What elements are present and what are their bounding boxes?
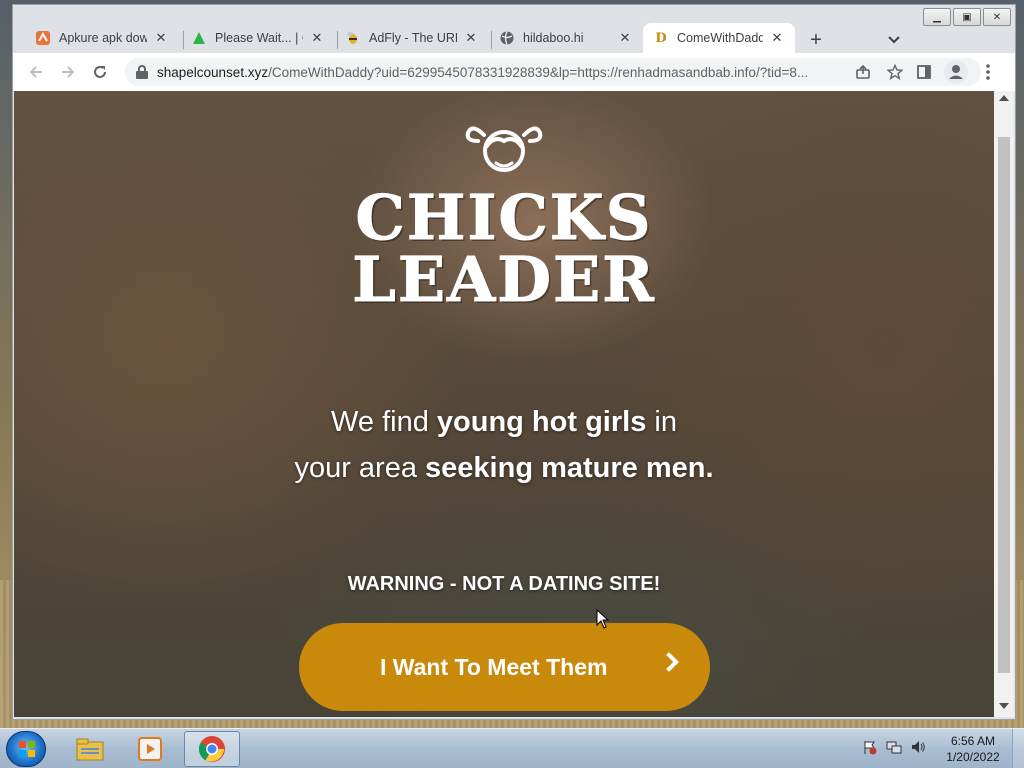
chicks-leader-logo: CHICKS LEADER [14,119,994,311]
url-text[interactable]: shapelcounset.xyz/ComeWithDaddy?uid=6299… [157,65,847,80]
profile-avatar-icon [944,60,968,84]
windows-logo-icon [19,741,35,757]
close-tab-icon[interactable]: ✕ [769,30,785,46]
network-icon[interactable] [886,739,902,755]
lock-icon [135,65,149,79]
close-tab-icon[interactable]: ✕ [153,30,169,46]
adfly-bee-favicon [345,30,361,46]
scroll-up-arrow-icon[interactable] [999,95,1009,101]
reload-icon [94,66,106,78]
scroll-down-arrow-icon[interactable] [999,703,1009,709]
d-letter-favicon: D [655,30,667,46]
tab-comewithdaddy[interactable]: D ComeWithDaddy ✕ [643,23,795,53]
chrome-icon [198,736,225,762]
menu-kebab-icon[interactable] [975,59,1001,85]
volume-icon[interactable] [910,739,926,755]
bookmark-star-icon[interactable] [883,61,907,83]
back-button[interactable] [23,59,49,85]
tab-search-button[interactable] [881,27,907,53]
new-tab-button[interactable]: + [803,27,829,53]
apkure-favicon [35,30,51,46]
chevron-right-icon [659,652,679,672]
headline: We find young hot girls in your area see… [14,399,994,491]
tab-adfly[interactable]: AdFly - The URL ✕ [335,23,489,53]
tab-apkure[interactable]: Apkure apk dow ✕ [25,23,179,53]
share-icon[interactable] [851,61,875,83]
start-button[interactable] [6,731,46,767]
globe-favicon [499,30,515,46]
clock-date: 1/20/2022 [946,750,1000,764]
action-center-flag-icon[interactable] [862,739,878,755]
android-favicon [191,30,207,46]
url-path: /ComeWithDaddy?uid=6299545078331928839&l… [268,64,809,80]
taskbar-clock[interactable]: 6:56 AM 1/20/2022 [940,733,1006,765]
headline-line-2: your area seeking mature men. [14,445,994,491]
browser-window: ▁ ▣ ✕ Apkure apk dow ✕ Please Wait... | … [12,4,1016,720]
close-tab-icon[interactable]: ✕ [463,30,479,46]
clock-time: 6:56 AM [950,734,996,748]
tab-label: Apkure apk dow [59,31,147,45]
browser-toolbar: shapelcounset.xyz/ComeWithDaddy?uid=6299… [13,53,1015,91]
tab-label: hildaboo.hi [523,31,584,45]
scroll-thumb[interactable] [998,137,1010,673]
cta-label: I Want To Meet Them [380,653,608,680]
page-viewport: CHICKS LEADER We find young hot girls in… [14,91,994,717]
url-host: shapelcounset.xyz [157,64,269,80]
close-tab-icon[interactable]: ✕ [309,30,325,46]
media-player-icon [138,737,162,761]
logo-line-2: LEADER [352,243,656,316]
forward-button[interactable] [55,59,81,85]
headline-text: We find [331,406,437,438]
tab-label: Please Wait... | Cl [215,31,303,45]
address-bar[interactable]: shapelcounset.xyz/ComeWithDaddy?uid=6299… [125,58,981,86]
back-arrow-icon [29,66,42,78]
explorer-icon [76,738,104,761]
tab-please-wait[interactable]: Please Wait... | Cl ✕ [181,23,335,53]
logo-line-1: CHICKS [355,181,653,254]
chrome-taskbar-button[interactable] [184,731,240,767]
headline-line-1: We find young hot girls in [14,399,994,445]
tab-label: AdFly - The URL [369,31,457,45]
headline-text: in [646,406,677,438]
headline-emphasis: young hot girls [436,406,647,438]
media-player-taskbar-button[interactable] [122,731,178,767]
meet-them-button[interactable]: I Want To Meet Them [299,623,710,711]
reload-button[interactable] [87,59,113,85]
forward-arrow-icon [62,66,75,78]
tab-strip: Apkure apk dow ✕ Please Wait... | Cl ✕ A… [13,19,1017,53]
girl-mascot-icon [465,126,543,172]
headline-text: your area [294,452,426,484]
side-panel-icon[interactable] [911,59,937,85]
mouse-cursor-icon [596,609,610,629]
windows-taskbar: 6:56 AM 1/20/2022 [0,728,1024,768]
profile-button[interactable] [943,59,969,85]
tab-label: ComeWithDaddy [677,31,763,45]
warning-text: WARNING - NOT A DATING SITE! [347,573,661,595]
vertical-scrollbar[interactable] [994,91,1014,717]
explorer-taskbar-button[interactable] [62,731,118,767]
show-desktop-button[interactable] [1012,729,1024,768]
system-tray [862,739,926,755]
tab-hildaboo[interactable]: hildaboo.hi ✕ [489,23,643,53]
close-tab-icon[interactable]: ✕ [617,30,633,46]
headline-emphasis: seeking mature men. [425,452,714,484]
